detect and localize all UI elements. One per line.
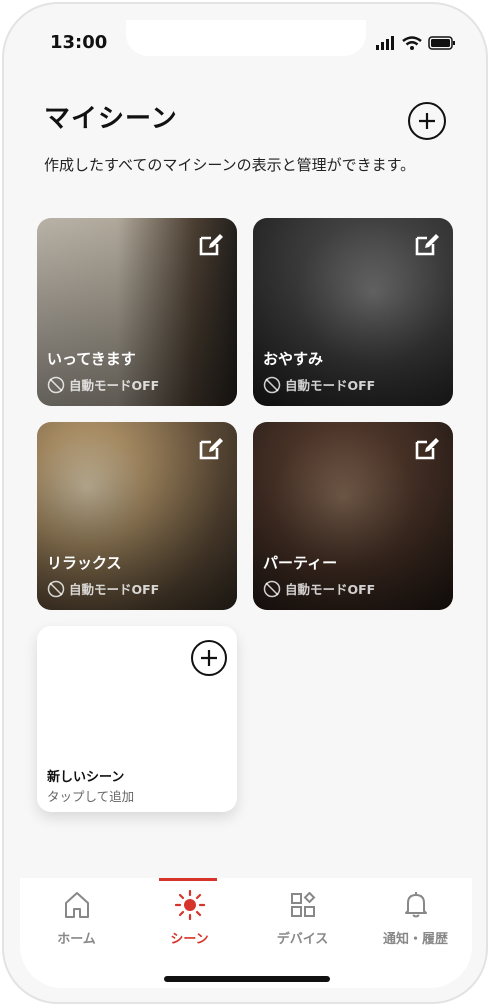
scene-card-party[interactable]: パーティー 自動モードOFF xyxy=(253,422,453,610)
tab-label: シーン xyxy=(170,932,209,947)
scene-mode-label: 自動モードOFF xyxy=(69,378,160,393)
home-indicator xyxy=(164,976,330,982)
bottom-tab-bar: ホーム シーン デバイス 通知・履歴 xyxy=(20,878,472,988)
scene-name: いってきます xyxy=(47,350,136,368)
status-time: 13:00 xyxy=(50,32,108,53)
tab-notifications[interactable]: 通知・履歴 xyxy=(359,878,472,968)
status-icons xyxy=(376,36,456,50)
edit-icon[interactable] xyxy=(197,230,225,258)
new-scene-card[interactable]: 新しいシーン タップして追加 xyxy=(37,626,237,812)
scene-mode-label: 自動モードOFF xyxy=(285,378,376,393)
signal-icon xyxy=(376,36,394,50)
scene-name: パーティー xyxy=(263,554,338,572)
home-icon xyxy=(64,892,89,918)
tab-home[interactable]: ホーム xyxy=(20,878,133,968)
edit-icon[interactable] xyxy=(413,434,441,462)
tab-label: 通知・履歴 xyxy=(382,932,448,947)
app-screen: 13:00 マイシーン 作成したすべてのマイシーンの表示と管理ができます。 いっ… xyxy=(20,20,472,988)
add-scene-button[interactable] xyxy=(408,102,446,140)
scene-mode: 自動モードOFF xyxy=(263,579,375,598)
tab-devices[interactable]: デバイス xyxy=(246,878,359,968)
tab-label: デバイス xyxy=(276,932,329,947)
auto-off-icon xyxy=(263,376,281,393)
notch xyxy=(126,20,366,56)
auto-off-icon xyxy=(263,580,281,597)
auto-off-icon xyxy=(47,376,65,393)
scene-name: おやすみ xyxy=(263,350,324,368)
plus-icon xyxy=(201,650,217,666)
scene-mode: 自動モードOFF xyxy=(47,375,159,394)
plus-icon xyxy=(419,113,435,129)
new-scene-subtitle: タップして追加 xyxy=(47,789,135,804)
phone-frame: 13:00 マイシーン 作成したすべてのマイシーンの表示と管理ができます。 いっ… xyxy=(2,2,488,1004)
scene-name: リラックス xyxy=(47,554,122,572)
edit-icon[interactable] xyxy=(197,434,225,462)
tab-scene[interactable]: シーン xyxy=(133,878,246,968)
bell-icon xyxy=(404,892,427,918)
scene-card-ittekimasu[interactable]: いってきます 自動モードOFF xyxy=(37,218,237,406)
scene-mode-label: 自動モードOFF xyxy=(69,582,160,597)
devices-icon xyxy=(290,892,315,917)
scene-mode: 自動モードOFF xyxy=(263,375,375,394)
add-new-scene-button[interactable] xyxy=(191,640,227,676)
page-title: マイシーン xyxy=(44,104,178,134)
scene-card-relax[interactable]: リラックス 自動モードOFF xyxy=(37,422,237,610)
sun-icon xyxy=(174,890,205,920)
edit-icon[interactable] xyxy=(413,230,441,258)
scene-card-oyasumi[interactable]: おやすみ 自動モードOFF xyxy=(253,218,453,406)
page-description: 作成したすべてのマイシーンの表示と管理ができます。 xyxy=(44,156,416,174)
tab-label: ホーム xyxy=(57,932,96,947)
scene-mode: 自動モードOFF xyxy=(47,579,159,598)
new-scene-title: 新しいシーン xyxy=(47,770,125,785)
auto-off-icon xyxy=(47,580,65,597)
scene-mode-label: 自動モードOFF xyxy=(285,582,376,597)
wifi-icon xyxy=(402,36,422,50)
battery-icon xyxy=(428,36,455,50)
